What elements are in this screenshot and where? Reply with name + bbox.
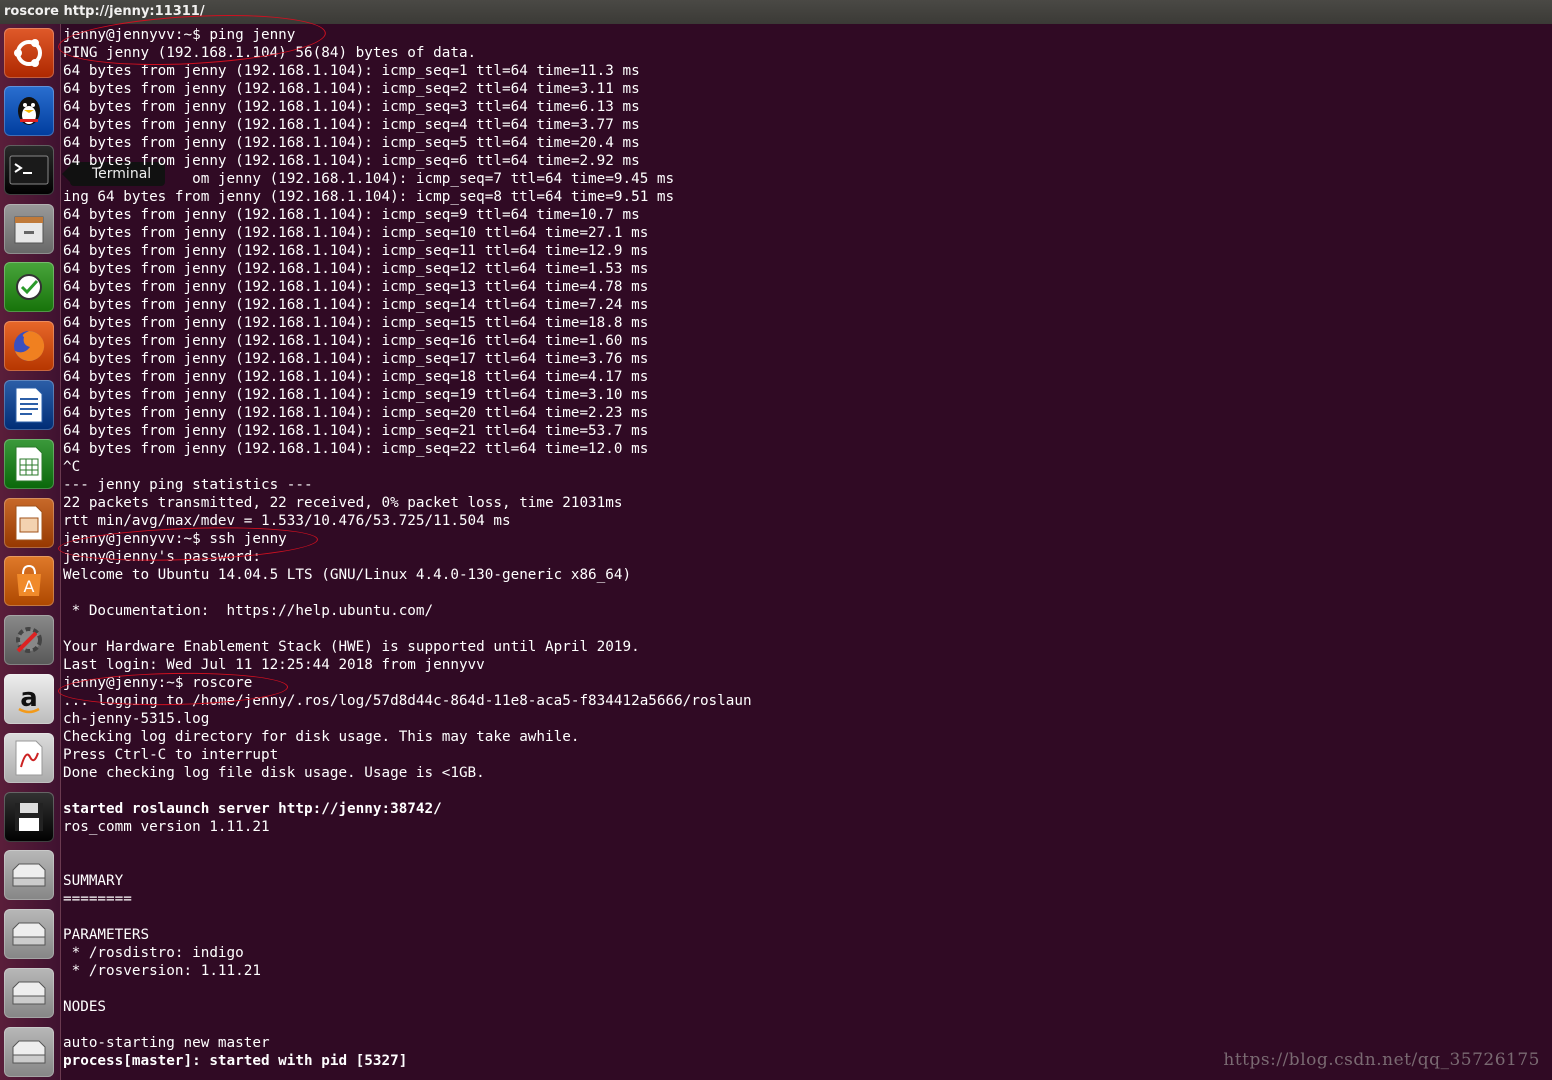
terminal-line: * Documentation: https://help.ubuntu.com… (63, 603, 434, 619)
terminal-line: jenny@jennyvv:~$ ssh jenny (63, 531, 287, 547)
terminal-line: Checking log directory for disk usage. T… (63, 729, 580, 745)
terminal-line: 64 bytes from jenny (192.168.1.104): icm… (63, 225, 649, 241)
terminal-line: * /rosversion: 1.11.21 (63, 963, 261, 979)
terminal-line: rtt min/avg/max/mdev = 1.533/10.476/53.7… (63, 513, 511, 529)
file-cabinet-icon (11, 211, 47, 247)
libreoffice-writer-icon (12, 386, 46, 424)
terminal-line: 64 bytes from jenny (192.168.1.104): icm… (63, 315, 649, 331)
terminal-line: --- jenny ping statistics --- (63, 477, 313, 493)
terminal-line: 64 bytes from jenny (192.168.1.104): icm… (63, 207, 640, 223)
terminal-line: Last login: Wed Jul 11 12:25:44 2018 fro… (63, 657, 485, 673)
terminal-line: Your Hardware Enablement Stack (HWE) is … (63, 639, 640, 655)
document-viewer-icon (12, 739, 46, 777)
terminal-line: 64 bytes from jenny (192.168.1.104): icm… (63, 351, 649, 367)
libreoffice-impress-icon (12, 504, 46, 542)
ubuntu-dash-icon (11, 35, 47, 71)
terminal-line: 22 packets transmitted, 22 received, 0% … (63, 495, 623, 511)
terminal-line: 64 bytes from jenny (192.168.1.104): icm… (63, 369, 649, 385)
svg-text:a: a (20, 683, 38, 713)
launcher-drive-3[interactable] (4, 968, 54, 1018)
terminal-line: PING jenny (192.168.1.104) 56(84) bytes … (63, 45, 477, 61)
terminal-line: 64 bytes from jenny (192.168.1.104): icm… (63, 387, 649, 403)
drive-icon-4 (9, 1037, 49, 1067)
terminal-line: * /rosdistro: indigo (63, 945, 244, 961)
launcher-libreoffice-impress[interactable] (4, 498, 54, 548)
launcher-system-tool[interactable] (4, 262, 54, 312)
launcher-system-settings[interactable] (4, 615, 54, 665)
firefox-icon (10, 327, 48, 365)
qq-penguin-icon (11, 93, 47, 129)
terminal-line: ing 64 bytes from jenny (192.168.1.104):… (63, 189, 675, 205)
terminal-line: 64 bytes from jenny (192.168.1.104): icm… (63, 135, 640, 151)
launcher-amazon[interactable]: a (4, 674, 54, 724)
terminal-line: NODES (63, 999, 107, 1015)
terminal-line: ^C (63, 459, 81, 475)
launcher-drive-4[interactable] (4, 1027, 54, 1077)
launcher-qq-penguin[interactable] (4, 86, 54, 136)
system-tool-icon (11, 269, 47, 305)
terminal-line: Welcome to Ubuntu 14.04.5 LTS (GNU/Linux… (63, 567, 632, 583)
unity-launcher: Aa (0, 24, 61, 1080)
watermark: https://blog.csdn.net/qq_35726175 (1223, 1050, 1540, 1070)
amazon-icon: a (11, 681, 47, 717)
terminal-line: 64 bytes from jenny (192.168.1.104): icm… (63, 261, 649, 277)
launcher-ubuntu-dash[interactable] (4, 28, 54, 78)
libreoffice-calc-icon (12, 445, 46, 483)
launcher-terminal[interactable] (4, 145, 54, 195)
launcher-drive-1[interactable] (4, 850, 54, 900)
terminal-line: ch-jenny-5315.log (63, 711, 210, 727)
software-center-icon: A (11, 562, 47, 600)
terminal-line: Press Ctrl-C to interrupt (63, 747, 279, 763)
launcher-libreoffice-writer[interactable] (4, 380, 54, 430)
terminal-line: 64 bytes from jenny (192.168.1.104): icm… (63, 243, 649, 259)
save-disk-icon (11, 799, 47, 835)
terminal-line: ros_comm version 1.11.21 (63, 819, 270, 835)
terminal-line: 64 bytes from jenny (192.168.1.104): icm… (63, 405, 649, 421)
terminal-line: 64 bytes from jenny (192.168.1.104): icm… (63, 117, 640, 133)
terminal-line: ======== (63, 891, 132, 907)
terminal-line: Done checking log file disk usage. Usage… (63, 765, 485, 781)
terminal-line: 64 bytes from jenny (192.168.1.104): icm… (63, 297, 649, 313)
terminal-line: PARAMETERS (63, 927, 150, 943)
launcher-libreoffice-calc[interactable] (4, 439, 54, 489)
terminal-output[interactable]: jenny@jennyvv:~$ ping jenny PING jenny (1… (63, 26, 1552, 1080)
launcher-file-cabinet[interactable] (4, 204, 54, 254)
drive-icon-3 (9, 978, 49, 1008)
terminal-line: jenny@jenny:~$ roscore (63, 675, 253, 691)
terminal-line: 64 bytes from jenny (192.168.1.104): icm… (63, 423, 649, 439)
terminal-line: jenny@jennyvv:~$ ping jenny (63, 27, 296, 43)
terminal-icon (9, 155, 49, 185)
drive-icon-1 (9, 860, 49, 890)
window-title: roscore http://jenny:11311/ (0, 0, 1552, 24)
launcher-save-disk[interactable] (4, 792, 54, 842)
terminal-line: 64 bytes from jenny (192.168.1.104): icm… (63, 99, 640, 115)
terminal-line: 64 bytes from jenny (192.168.1.104): icm… (63, 81, 640, 97)
launcher-software-center[interactable]: A (4, 556, 54, 606)
system-settings-icon (10, 621, 48, 659)
terminal-line: 64 bytes from jenny (192.168.1.104): icm… (63, 333, 649, 349)
svg-text:A: A (24, 577, 35, 596)
terminal-line: 64 bytes from jenny (192.168.1.104): icm… (63, 279, 649, 295)
drive-icon-2 (9, 919, 49, 949)
terminal-line: jenny@jenny's password: (63, 549, 261, 565)
terminal-line: ... logging to /home/jenny/.ros/log/57d8… (63, 693, 752, 709)
terminal-line: started roslaunch server http://jenny:38… (63, 801, 442, 817)
terminal-line: 64 bytes from jenny (192.168.1.104): icm… (63, 153, 640, 169)
launcher-drive-2[interactable] (4, 909, 54, 959)
launcher-document-viewer[interactable] (4, 733, 54, 783)
terminal-line: 64 bytes from jenny (192.168.1.104): icm… (63, 441, 649, 457)
launcher-firefox[interactable] (4, 321, 54, 371)
terminal-line: SUMMARY (63, 873, 124, 889)
terminal-line: om jenny (192.168.1.104): icmp_seq=7 ttl… (63, 171, 675, 187)
terminal-line: 64 bytes from jenny (192.168.1.104): icm… (63, 63, 640, 79)
